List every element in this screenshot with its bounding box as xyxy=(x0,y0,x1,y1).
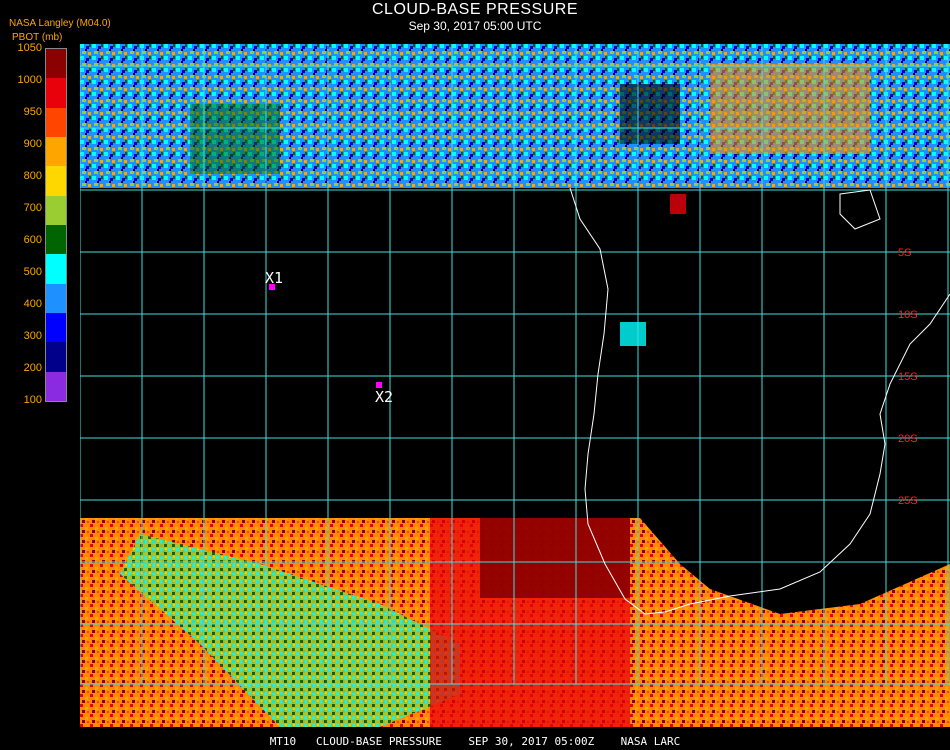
latitude-label: 15S xyxy=(898,371,918,383)
legend-tick-label: 200 xyxy=(23,362,42,374)
latitude-label: 25S xyxy=(898,495,918,507)
cloud-field-north-orange xyxy=(710,64,870,154)
latitude-label: 10S xyxy=(898,309,918,321)
latitude-label: 5S xyxy=(898,247,911,259)
legend-swatch xyxy=(46,283,66,313)
legend-tick-label: 1000 xyxy=(17,74,42,86)
legend-tick-label: 100 xyxy=(23,394,42,406)
cloud-patch-congo xyxy=(670,194,686,214)
legend-swatch xyxy=(46,49,66,79)
cloud-field-north-black xyxy=(620,84,680,144)
legend-swatch xyxy=(46,312,66,343)
legend-tick-label: 700 xyxy=(23,202,42,214)
legend-swatch xyxy=(46,224,66,255)
legend-tick-label: 1050 xyxy=(17,42,42,54)
legend-swatch xyxy=(46,254,66,284)
legend-tick-label: 400 xyxy=(23,298,42,310)
latitude-label: 20S xyxy=(898,433,918,445)
footer-caption: MT10 CLOUD-BASE PRESSURE SEP 30, 2017 05… xyxy=(269,735,681,748)
producer-label: NASA Langley (M04.0) xyxy=(9,18,111,29)
legend-tick-label: 300 xyxy=(23,330,42,342)
legend-swatch xyxy=(46,78,66,108)
legend-tick-label: 900 xyxy=(23,138,42,150)
site-markers: X1 X2 xyxy=(265,269,393,406)
legend-swatch xyxy=(46,371,66,401)
legend-swatch xyxy=(46,107,66,137)
legend-swatch xyxy=(46,136,66,167)
legend-tick-label: 950 xyxy=(23,106,42,118)
site-marker-label: X2 xyxy=(375,388,393,406)
satellite-map: 5S 10S 15S 20S 25S X1 X2 xyxy=(80,44,950,727)
legend-tick-label: 500 xyxy=(23,266,42,278)
cloud-patch-angola xyxy=(620,322,646,346)
legend-color-bar xyxy=(45,48,67,402)
chart-title: CLOUD-BASE PRESSURE xyxy=(372,1,578,18)
legend-tick-label: 600 xyxy=(23,234,42,246)
chart-timestamp: Sep 30, 2017 05:00 UTC xyxy=(408,19,542,33)
legend-swatch xyxy=(46,166,66,196)
legend-tick-label: 800 xyxy=(23,170,42,182)
legend-swatch xyxy=(46,195,66,225)
madagascar-coast xyxy=(839,189,881,230)
cloud-field-south-darkred xyxy=(480,518,630,598)
site-marker-label: X1 xyxy=(265,269,283,287)
latitude-labels: 5S 10S 15S 20S 25S xyxy=(898,247,918,507)
legend-swatch xyxy=(46,342,66,372)
